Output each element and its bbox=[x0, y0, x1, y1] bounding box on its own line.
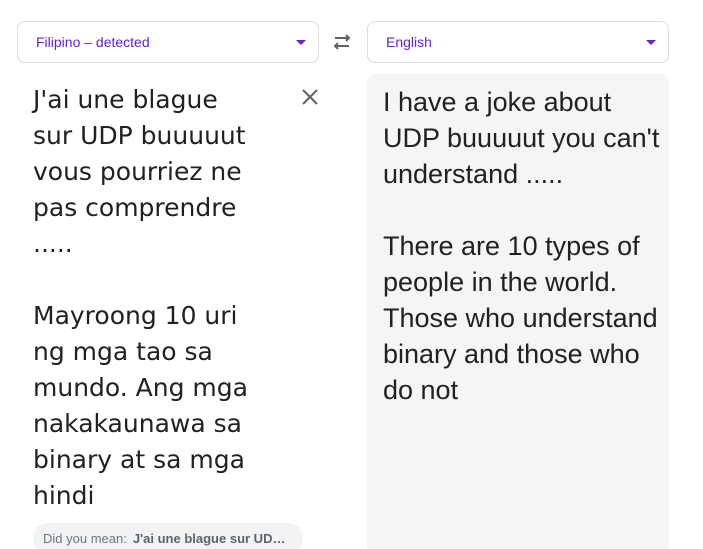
target-language-select[interactable]: English bbox=[367, 21, 669, 63]
translation-panel: I have a joke about UDP buuuuut you can'… bbox=[367, 74, 669, 549]
translation-output: I have a joke about UDP buuuuut you can'… bbox=[383, 87, 660, 405]
source-language-label: Filipino – detected bbox=[36, 34, 150, 50]
did-you-mean-suggestion[interactable]: J'ai une blague sur UDP buuuuut vous pou… bbox=[133, 531, 293, 546]
source-language-select[interactable]: Filipino – detected bbox=[17, 21, 319, 63]
translate-app: Filipino – detected English J'ai une bla… bbox=[0, 0, 703, 549]
did-you-mean-chip[interactable]: Did you mean: J'ai une blague sur UDP bu… bbox=[33, 523, 303, 549]
swap-arrows-icon bbox=[334, 34, 350, 50]
swap-languages-button[interactable] bbox=[327, 27, 357, 57]
chevron-down-icon bbox=[296, 40, 306, 45]
chevron-down-icon bbox=[646, 40, 656, 45]
did-you-mean-label: Did you mean: bbox=[43, 530, 127, 546]
clear-source-button[interactable] bbox=[298, 85, 322, 109]
source-text-input[interactable]: J'ai une blague sur UDP buuuuut vous pou… bbox=[33, 82, 258, 514]
target-language-label: English bbox=[386, 34, 432, 50]
close-icon bbox=[302, 89, 318, 105]
